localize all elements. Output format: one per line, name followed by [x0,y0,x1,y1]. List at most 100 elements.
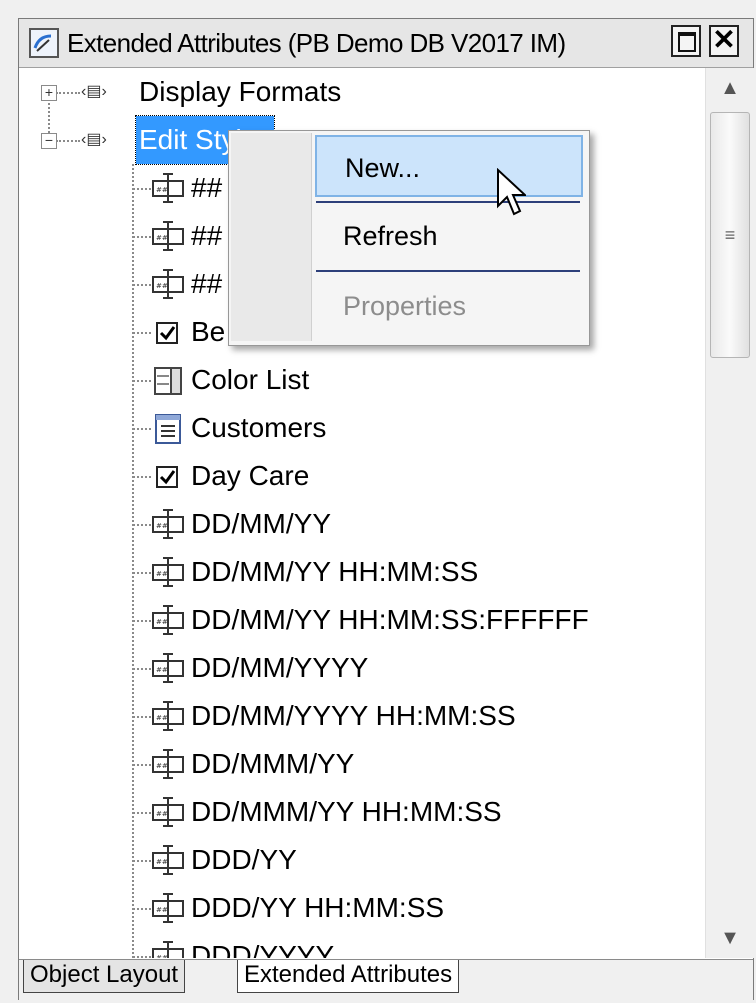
menu-separator [316,270,580,272]
folder-icon: ‹▤› [81,131,107,148]
tree-connector [56,140,80,142]
vertical-scrollbar[interactable]: ▲ ≡ ▼ [705,68,754,958]
tree-item-label: Be [191,316,226,347]
svg-text:##: ## [156,570,168,578]
tree-item-label: DD/MMM/YY [191,748,355,779]
menu-item-refresh[interactable]: Refresh [315,205,583,267]
scroll-up-icon[interactable]: ▲ [706,68,754,108]
tree-item-label: ## [191,220,223,251]
tree-item-label: DDD/YYYY [191,940,335,958]
tree-item[interactable]: ## DD/MMM/YY [19,740,705,788]
svg-text:##: ## [156,954,168,958]
tree-item[interactable]: ## DD/MM/YY HH:MM:SS [19,548,705,596]
tree-connector [133,716,151,718]
tab-object-layout[interactable]: Object Layout [23,960,186,993]
tree-item[interactable]: Color List [19,356,705,404]
tree-item-label: ## [191,172,223,203]
editmask-icon: ## [152,653,184,683]
title-bar[interactable]: Extended Attributes (PB Demo DB V2017 IM… [19,19,753,68]
checkbox-icon [156,322,178,344]
tree-connector [133,668,151,670]
collapse-icon[interactable]: − [41,133,57,149]
editmask-icon: ## [152,893,184,923]
tree-item[interactable]: ## DD/MM/YY [19,500,705,548]
tree-connector [56,92,80,94]
tab-extended-attributes[interactable]: Extended Attributes [237,960,460,993]
editmask-icon: ## [152,221,184,251]
editmask-icon: ## [152,509,184,539]
checkbox-icon [156,466,178,488]
close-button[interactable]: ✕ [709,25,739,57]
svg-text:##: ## [156,618,168,626]
editmask-icon: ## [152,845,184,875]
tree-item[interactable]: ## DD/MM/YY HH:MM:SS:FFFFFF [19,596,705,644]
dropdown-listbox-icon [154,367,182,395]
svg-text:##: ## [156,810,168,818]
editmask-icon: ## [152,701,184,731]
tree-item[interactable]: ## DDD/YY HH:MM:SS [19,884,705,932]
editmask-icon: ## [152,557,184,587]
tree-item-label: DDD/YY [191,844,297,875]
tree-item-label: DD/MM/YY HH:MM:SS:FFFFFF [191,604,589,635]
svg-text:##: ## [156,282,168,290]
scrollbar-thumb[interactable]: ≡ [710,112,750,358]
tree-connector [133,236,151,238]
tree-connector [133,284,151,286]
tree-item-label: ## [191,268,223,299]
svg-text:##: ## [156,234,168,242]
tree-connector [133,572,151,574]
tree-connector [133,188,151,190]
tree-connector [133,428,151,430]
menu-item-new[interactable]: New... [315,135,583,197]
svg-text:##: ## [156,186,168,194]
tree-item-label: DD/MM/YY HH:MM:SS [191,556,479,587]
tree-connector [133,620,151,622]
tree-connector [133,476,151,478]
datawindow-icon [155,414,181,444]
maximize-button[interactable] [671,25,701,57]
tree-connector [133,956,151,958]
svg-text:##: ## [156,906,168,914]
menu-separator [316,201,580,203]
tree-connector [133,524,151,526]
svg-text:##: ## [156,762,168,770]
tree-item[interactable]: ## DD/MM/YYYY [19,644,705,692]
tree-item[interactable]: ## DDD/YY [19,836,705,884]
expand-icon[interactable]: + [41,85,57,101]
extended-attributes-icon [29,28,59,58]
tree-item[interactable]: Customers [19,404,705,452]
tree-node-display-formats[interactable]: + ‹▤› Display Formats [19,68,705,116]
tree-item-label: Customers [191,412,327,443]
tree-connector [133,380,151,382]
tree-connector [133,812,151,814]
tree-item[interactable]: ## DDD/YYYY [19,932,705,958]
scroll-down-icon[interactable]: ▼ [706,918,754,958]
tree-item[interactable]: Day Care [19,452,705,500]
tree-item[interactable]: ## DD/MMM/YY HH:MM:SS [19,788,705,836]
editmask-icon: ## [152,269,184,299]
tree-item-label: DD/MM/YY [191,508,331,539]
window-title: Extended Attributes (PB Demo DB V2017 IM… [67,28,566,58]
tree-connector [133,908,151,910]
svg-text:##: ## [156,714,168,722]
tree-item-label: Color List [191,364,310,395]
tab-bar: Object Layout Extended Attributes [19,959,753,1000]
tree-item-label: Day Care [191,460,310,491]
editmask-icon: ## [152,797,184,827]
editmask-icon: ## [152,941,184,958]
tree-item-label: DD/MM/YYYY HH:MM:SS [191,700,516,731]
tree-item-label: DD/MM/YYYY [191,652,369,683]
editmask-icon: ## [152,749,184,779]
tree-node-label: Display Formats [139,76,342,107]
svg-text:##: ## [156,666,168,674]
tree-connector [133,860,151,862]
folder-icon: ‹▤› [81,83,107,100]
editmask-icon: ## [152,605,184,635]
context-menu: New... Refresh Properties [228,130,590,346]
tree-item[interactable]: ## DD/MM/YYYY HH:MM:SS [19,692,705,740]
svg-text:##: ## [156,522,168,530]
tree-connector [133,332,151,334]
svg-text:##: ## [156,858,168,866]
mouse-pointer-icon [497,168,526,216]
menu-item-properties[interactable]: Properties [315,275,583,337]
